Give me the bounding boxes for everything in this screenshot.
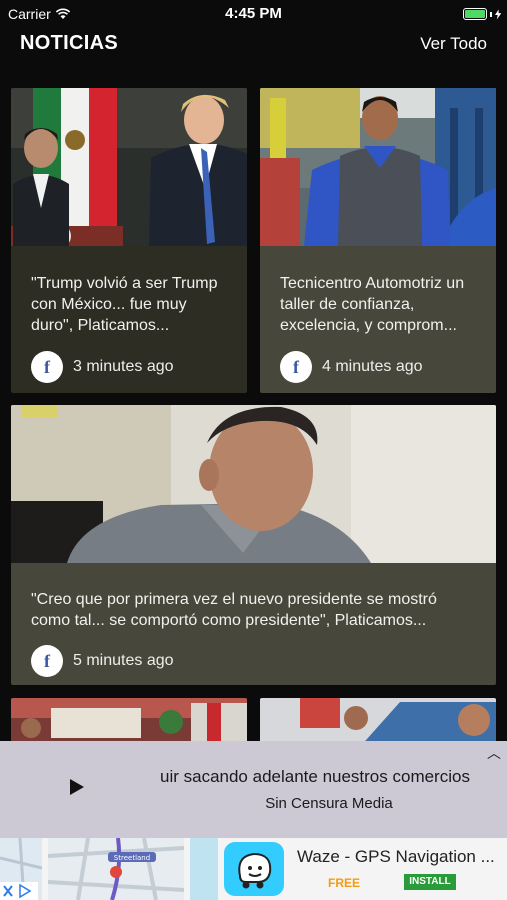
install-button[interactable]: INSTALL (404, 874, 456, 890)
audio-player: ︿ uir sacando adelante nuestros comercio… (0, 741, 507, 838)
news-meta-2: f 4 minutes ago (280, 351, 423, 383)
news-time-1: 3 minutes ago (73, 358, 174, 375)
status-bar: Carrier 4:45 PM (0, 0, 507, 28)
news-image-2 (260, 88, 496, 246)
news-headline-3: "Creo que por primera vez el nuevo presi… (31, 591, 437, 629)
news-meta-3: f 5 minutes ago (31, 645, 174, 677)
ver-todo-link[interactable]: Ver Todo (420, 34, 487, 54)
map-screenshot: Streetland (48, 838, 184, 900)
page-title: NOTICIAS (20, 32, 118, 54)
battery-icon (463, 7, 502, 21)
ad-banner[interactable]: Streetland Waze - GPS Navigation ... FRE… (0, 838, 507, 900)
status-time: 4:45 PM (225, 5, 282, 22)
news-headline-1: "Trump volvió a ser Trump con México... … (31, 275, 218, 334)
map-screenshot-right (190, 838, 218, 900)
track-title: uir sacando adelante nuestros comercios (160, 767, 470, 786)
ad-price: FREE (328, 876, 361, 890)
news-image-1 (11, 88, 247, 246)
facebook-icon: f (31, 351, 63, 383)
play-button[interactable] (70, 779, 84, 795)
chevron-up-icon[interactable]: ︿ (487, 743, 501, 763)
ad-choices-icon[interactable] (0, 882, 38, 900)
news-image-3 (11, 405, 496, 563)
facebook-icon: f (31, 645, 63, 677)
waze-app-icon[interactable] (224, 842, 284, 896)
news-headline-2: Tecnicentro Automotriz un taller de conf… (280, 275, 465, 334)
track-artist: Sin Censura Media (265, 795, 393, 812)
news-card-3[interactable]: "Creo que por primera vez el nuevo presi… (11, 405, 496, 685)
news-card-1[interactable]: "Trump volvió a ser Trump con México... … (11, 88, 247, 393)
news-time-3: 5 minutes ago (73, 652, 174, 669)
news-meta-1: f 3 minutes ago (31, 351, 174, 383)
ad-app-name: Waze - GPS Navigation ... (297, 847, 495, 866)
map-label: Streetland (114, 854, 150, 862)
news-card-2[interactable]: Tecnicentro Automotriz un taller de conf… (260, 88, 496, 393)
news-time-2: 4 minutes ago (322, 358, 423, 375)
facebook-icon: f (280, 351, 312, 383)
